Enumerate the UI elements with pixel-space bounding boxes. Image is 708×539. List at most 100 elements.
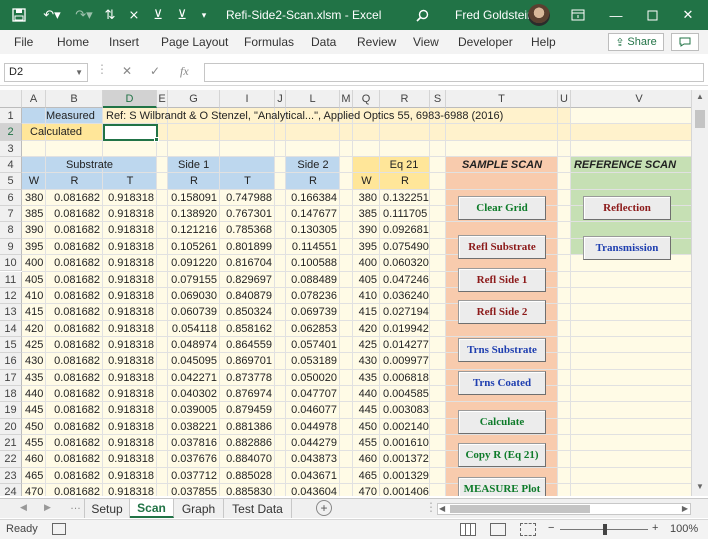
vertical-scroll-thumb[interactable] [695, 110, 705, 128]
data-cell[interactable]: 0.001406 [380, 484, 430, 496]
data-cell[interactable]: 0.918318 [103, 402, 157, 418]
subheader-sub-w[interactable]: W [22, 173, 46, 189]
subheader-eq-w[interactable]: W [353, 173, 380, 189]
side2-header[interactable]: Side 2 [286, 157, 340, 173]
data-cell[interactable]: 0.042271 [168, 370, 220, 386]
data-cell[interactable]: 0.081682 [46, 435, 103, 451]
data-cell[interactable]: 0.091220 [168, 255, 220, 271]
data-cell[interactable]: 435 [353, 370, 380, 386]
redo-icon[interactable]: ↷▾ [72, 0, 96, 30]
subheader-sub-t[interactable]: T [103, 173, 157, 189]
undo-icon[interactable]: ↶▾ [40, 0, 64, 30]
row-header-7[interactable]: 7 [0, 206, 22, 223]
data-cell[interactable]: 0.081682 [46, 353, 103, 369]
tab-view[interactable]: View [413, 35, 439, 49]
page-break-view-icon[interactable] [520, 523, 536, 536]
data-cell[interactable]: 450 [22, 419, 46, 435]
data-cell[interactable]: 0.037712 [168, 468, 220, 484]
sheet-tab-test-data[interactable]: Test Data [224, 499, 292, 518]
data-cell[interactable]: 0.001329 [380, 468, 430, 484]
column-header-v[interactable]: V [571, 90, 708, 108]
row-header-8[interactable]: 8 [0, 222, 22, 239]
row-header-24[interactable]: 24 [0, 484, 22, 496]
data-cell[interactable]: 0.001372 [380, 451, 430, 467]
data-cell[interactable]: 0.081682 [46, 451, 103, 467]
selected-cell-d2[interactable] [103, 124, 158, 141]
data-cell[interactable]: 0.081682 [46, 468, 103, 484]
tab-developer[interactable]: Developer [458, 35, 513, 49]
data-cell[interactable]: 0.885830 [220, 484, 275, 496]
data-cell[interactable]: 455 [22, 435, 46, 451]
data-cell[interactable]: 0.081682 [46, 484, 103, 496]
data-cell[interactable]: 0.158091 [168, 190, 220, 206]
column-header-m[interactable]: M [340, 90, 353, 108]
user-avatar[interactable] [528, 4, 550, 26]
scroll-down-icon[interactable]: ▼ [696, 482, 704, 491]
data-cell[interactable]: 0.918318 [103, 337, 157, 353]
scroll-up-icon[interactable]: ▲ [696, 92, 704, 101]
data-cell[interactable]: 0.003083 [380, 402, 430, 418]
fill-handle[interactable] [154, 136, 159, 142]
data-cell[interactable]: 465 [22, 468, 46, 484]
data-cell[interactable]: 440 [353, 386, 380, 402]
data-cell[interactable]: 0.918318 [103, 321, 157, 337]
data-cell[interactable]: 0.858162 [220, 321, 275, 337]
column-header-b[interactable]: B [46, 90, 103, 108]
data-cell[interactable]: 0.001610 [380, 435, 430, 451]
data-cell[interactable]: 420 [22, 321, 46, 337]
column-header-g[interactable]: G [168, 90, 220, 108]
row-header-21[interactable]: 21 [0, 435, 22, 452]
sheet-tab-setup[interactable]: Setup [84, 499, 130, 518]
data-cell[interactable]: 430 [353, 353, 380, 369]
subheader-eq-r[interactable]: R [380, 173, 430, 189]
data-cell[interactable]: 0.918318 [103, 206, 157, 222]
data-cell[interactable]: 460 [22, 451, 46, 467]
column-header-t[interactable]: T [446, 90, 558, 108]
customize-toolbar-icon[interactable]: ▾ [196, 0, 212, 30]
zoom-out-icon[interactable]: − [548, 522, 554, 534]
tab-file[interactable]: File [14, 35, 33, 49]
data-cell[interactable]: 0.114551 [286, 239, 340, 255]
page-layout-view-icon[interactable] [490, 523, 506, 536]
column-header-i[interactable]: I [220, 90, 275, 108]
data-cell[interactable]: 0.138920 [168, 206, 220, 222]
data-cell[interactable]: 0.045095 [168, 353, 220, 369]
measured-label[interactable]: Measured [22, 108, 102, 124]
data-cell[interactable]: 0.014277 [380, 337, 430, 353]
data-cell[interactable]: 0.873778 [220, 370, 275, 386]
data-cell[interactable]: 0.147677 [286, 206, 340, 222]
eq21-header[interactable]: Eq 21 [353, 157, 430, 173]
select-all-corner[interactable] [0, 90, 22, 108]
data-cell[interactable]: 420 [353, 321, 380, 337]
data-cell[interactable]: 0.081682 [46, 255, 103, 271]
horizontal-scroll-thumb[interactable] [450, 505, 590, 513]
data-cell[interactable]: 0.060739 [168, 304, 220, 320]
data-cell[interactable]: 0.918318 [103, 419, 157, 435]
save-icon[interactable] [8, 0, 30, 30]
data-cell[interactable]: 0.009977 [380, 353, 430, 369]
side1-header[interactable]: Side 1 [168, 157, 268, 173]
vertical-scrollbar[interactable]: ▲ ▼ [691, 90, 708, 496]
data-cell[interactable]: 395 [22, 239, 46, 255]
data-cell[interactable]: 0.069030 [168, 288, 220, 304]
data-cell[interactable]: 470 [22, 484, 46, 496]
data-cell[interactable]: 0.081682 [46, 337, 103, 353]
data-cell[interactable]: 0.046077 [286, 402, 340, 418]
data-cell[interactable]: 385 [22, 206, 46, 222]
data-cell[interactable]: 390 [353, 222, 380, 238]
zoom-slider-thumb[interactable] [603, 524, 607, 535]
data-cell[interactable]: 0.130305 [286, 222, 340, 238]
data-cell[interactable]: 445 [353, 402, 380, 418]
data-cell[interactable]: 0.038221 [168, 419, 220, 435]
tab-review[interactable]: Review [357, 35, 396, 49]
comments-button[interactable] [671, 33, 699, 51]
data-cell[interactable]: 0.062853 [286, 321, 340, 337]
data-cell[interactable]: 400 [353, 255, 380, 271]
name-box[interactable]: D2 ▼ [4, 63, 88, 82]
data-cell[interactable]: 0.918318 [103, 386, 157, 402]
data-cell[interactable]: 0.879459 [220, 402, 275, 418]
data-cell[interactable]: 0.816704 [220, 255, 275, 271]
data-cell[interactable]: 470 [353, 484, 380, 496]
data-cell[interactable]: 435 [22, 370, 46, 386]
subheader-s1-t[interactable]: T [220, 173, 275, 189]
